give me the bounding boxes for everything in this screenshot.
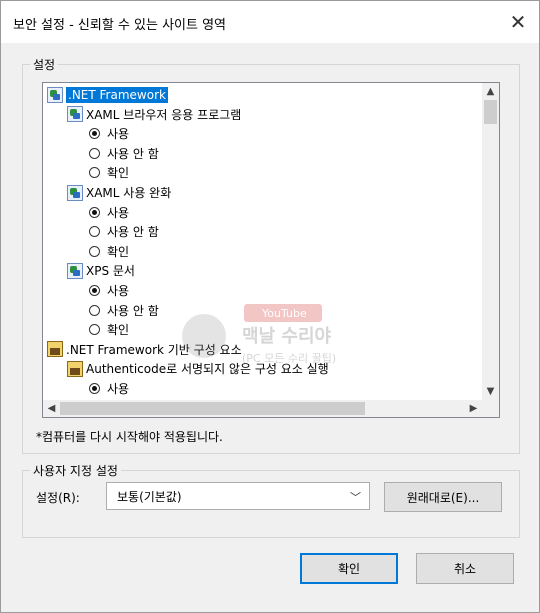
component-icon [47, 341, 63, 358]
settings-tree-content: .NET Framework XAML 브라우저 응용 프로그램 사용 사용 안 함확… [43, 83, 482, 400]
net-framework-icon [67, 262, 83, 279]
tree-option[interactable]: XAML 브라우저 응용 프로그램 [67, 105, 241, 124]
tree-item-label: XAML 사용 완화 [86, 186, 172, 200]
scroll-left-icon[interactable]: ◀ [43, 400, 60, 417]
custom-settings-group-label: 사용자 지정 설정 [33, 464, 118, 478]
scroll-up-icon[interactable]: ▲ [482, 83, 499, 100]
title-bar: 보안 설정 - 신뢰할 수 있는 사이트 영역 ✕ [1, 1, 539, 43]
tree-radio-item[interactable]: 확인 [89, 320, 129, 339]
tree-radio-item[interactable]: 사용 [89, 124, 129, 143]
radio-button[interactable] [89, 128, 100, 140]
settings-group-label: 설정 [33, 58, 56, 72]
tree-item-label: 사용 안 함 [107, 303, 159, 318]
net-framework-icon [67, 106, 83, 123]
tree-radio-item[interactable]: 사용 [89, 281, 129, 300]
tree-item-label: .NET Framework 기반 구성 요소 [66, 342, 242, 357]
tree-item-label: 사용 안 함 [107, 225, 159, 240]
settings-level-select[interactable]: 보통(기본값) ﹀ [106, 482, 370, 510]
radio-button[interactable] [89, 324, 100, 336]
tree-option[interactable]: XAML 사용 완화 [67, 183, 171, 202]
tree-radio-item[interactable]: 사용 [89, 379, 129, 398]
tree-radio-item[interactable]: 확인 [89, 163, 129, 182]
tree-item-label: XPS 문서 [86, 264, 135, 279]
radio-button[interactable] [89, 245, 100, 257]
tree-item-label: Authenticode로 서명되지 않은 구성 요소 실행 [86, 362, 329, 377]
chevron-down-icon: ﹀ [350, 491, 361, 504]
reset-button-label: 원래대로(E)... [406, 490, 480, 505]
tree-option[interactable]: Authenticode로 서명되지 않은 구성 요소 실행 [67, 359, 329, 378]
tree-radio-item[interactable]: 사용 안 함 [89, 301, 159, 320]
tree-item-label: .NET Framework [66, 86, 168, 103]
tree-item-label: 사용 안 함 [107, 146, 159, 161]
tree-item-label: XAML 브라우저 응용 프로그램 [86, 107, 242, 122]
close-button[interactable]: ✕ [503, 7, 533, 37]
scroll-right-icon[interactable]: ▶ [465, 400, 482, 417]
net-framework-icon [67, 184, 83, 201]
tree-item-label: 확인 [107, 166, 130, 181]
radio-button[interactable] [89, 167, 100, 179]
cancel-button-label: 취소 [453, 562, 477, 576]
radio-button[interactable] [89, 304, 100, 316]
tree-option[interactable]: XPS 문서 [67, 261, 135, 280]
cancel-button[interactable]: 취소 [416, 553, 514, 584]
tree-item-label: 사용 [107, 127, 130, 142]
tree-item-label: 확인 [107, 323, 130, 338]
scroll-corner [482, 400, 499, 417]
reset-button[interactable]: 원래대로(E)... [384, 482, 502, 512]
radio-button[interactable] [89, 206, 100, 218]
radio-button[interactable] [89, 147, 100, 159]
settings-level-label: 설정(R): [36, 491, 80, 505]
settings-tree[interactable]: .NET Framework XAML 브라우저 응용 프로그램 사용 사용 안 함확… [42, 82, 500, 418]
tree-item-label: 사용 [107, 382, 130, 396]
tree-radio-item[interactable]: 확인 [89, 242, 129, 261]
radio-button[interactable] [89, 383, 100, 394]
close-icon: ✕ [509, 10, 527, 34]
tree-category[interactable]: .NET Framework [47, 85, 168, 104]
tree-radio-item[interactable]: 사용 [89, 203, 129, 222]
radio-button[interactable] [89, 285, 100, 296]
tree-item-label: 확인 [107, 244, 130, 259]
net-framework-icon [47, 86, 63, 103]
restart-note: *컴퓨터를 다시 시작해야 적용됩니다. [36, 430, 223, 444]
horizontal-scroll-thumb[interactable] [60, 402, 365, 415]
settings-level-value: 보통(기본값) [117, 489, 182, 504]
tree-radio-item[interactable]: 사용 안 함 [89, 222, 159, 241]
window-title: 보안 설정 - 신뢰할 수 있는 사이트 영역 [13, 18, 227, 33]
tree-category[interactable]: .NET Framework 기반 구성 요소 [47, 340, 242, 359]
vertical-scrollbar[interactable]: ▲ ▼ [482, 83, 499, 400]
ok-button-label: 확인 [337, 562, 361, 576]
component-icon [67, 360, 83, 377]
ok-button[interactable]: 확인 [300, 553, 398, 584]
horizontal-scrollbar[interactable]: ◀ ▶ [43, 400, 482, 417]
vertical-scroll-thumb[interactable] [484, 100, 497, 124]
tree-item-label: 사용 [107, 205, 130, 220]
scroll-down-icon[interactable]: ▼ [482, 383, 499, 400]
tree-item-label: 사용 [107, 284, 130, 298]
radio-button[interactable] [89, 226, 100, 238]
tree-radio-item[interactable]: 사용 안 함 [89, 144, 159, 163]
